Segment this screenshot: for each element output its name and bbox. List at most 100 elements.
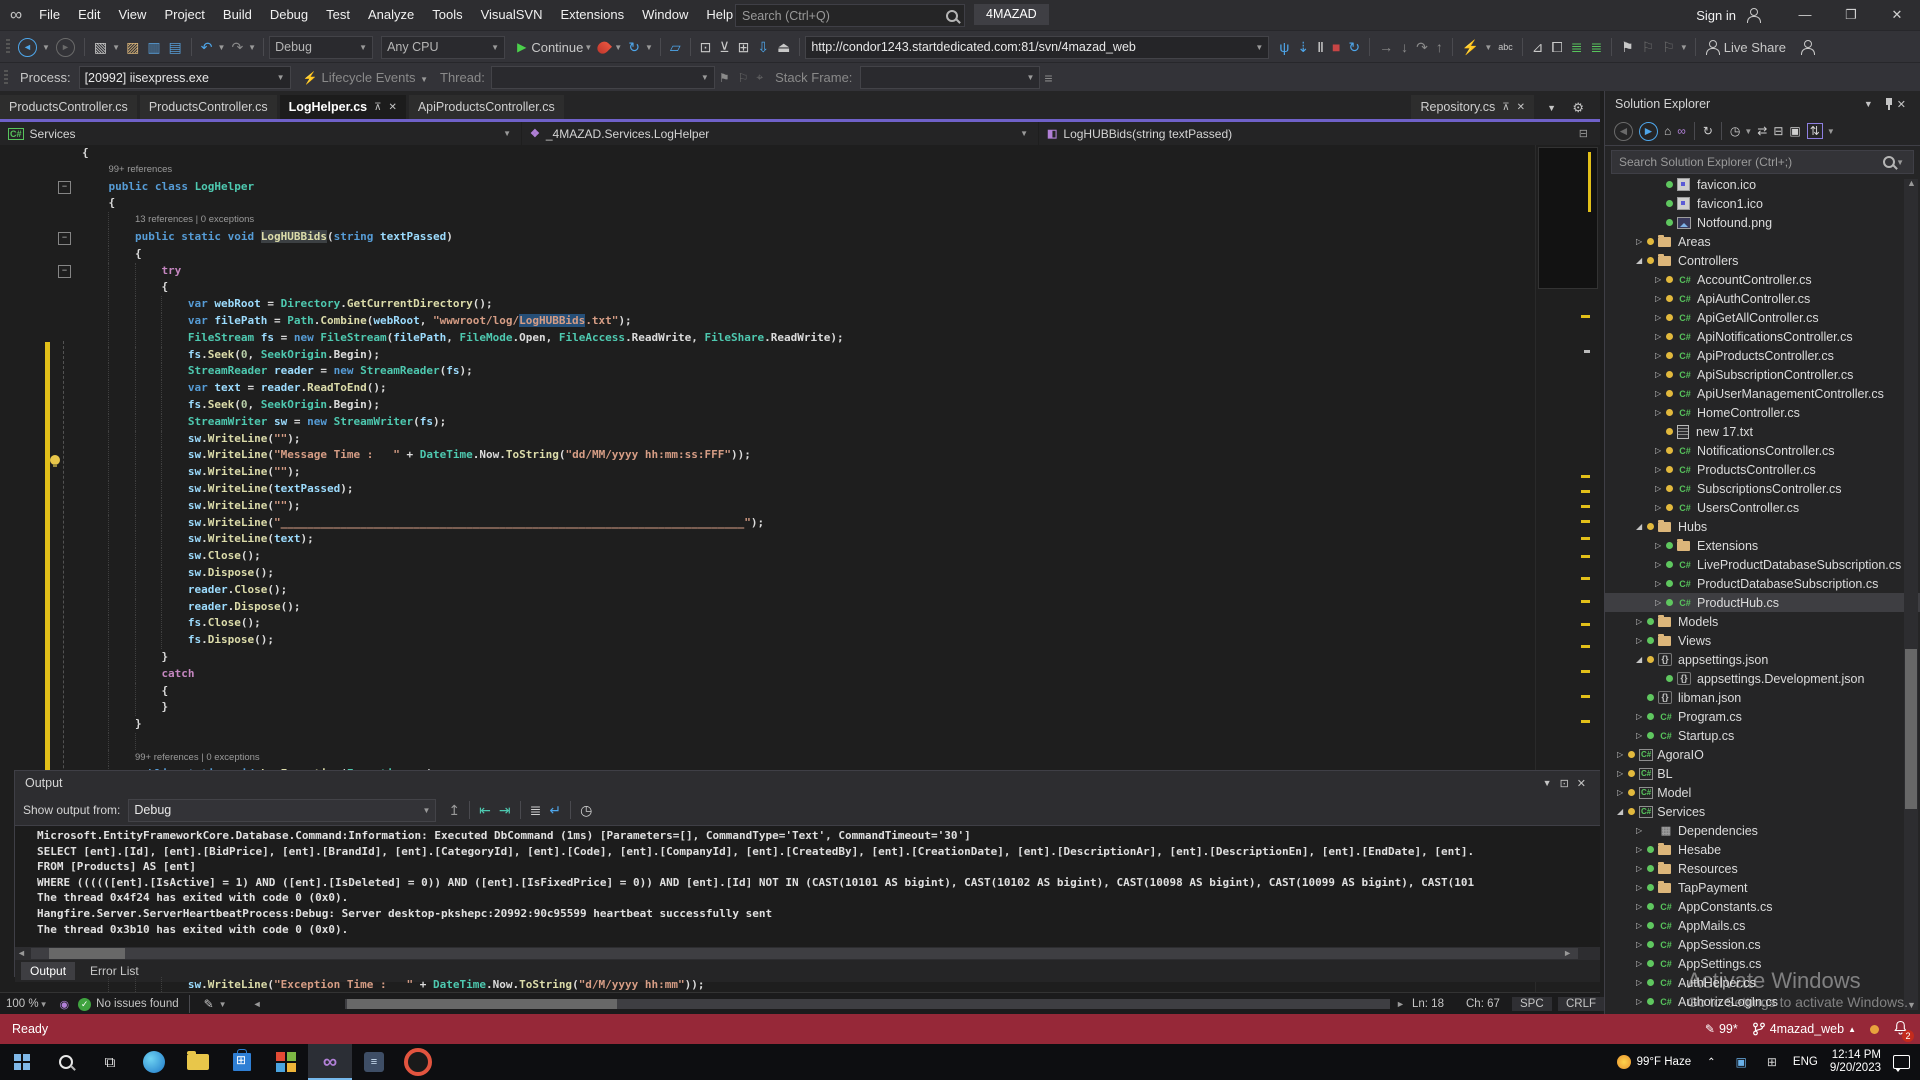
tree-item-Model[interactable]: ▷C#Model [1605,783,1920,802]
task-view-icon[interactable]: ⧉ [88,1044,132,1080]
scroll-down-icon[interactable]: ▼ [1907,999,1916,1012]
save-all-icon[interactable]: ▤ [169,39,182,56]
expand-icon[interactable]: ▷ [1636,237,1646,246]
tree-item-AgoraIO[interactable]: ▷C#AgoraIO [1605,745,1920,764]
cursor-select-icon[interactable]: ⊿ [1532,39,1544,56]
visual-studio-icon[interactable]: ∞ [308,1044,352,1080]
tree-item-new 17.txt[interactable]: new 17.txt [1605,422,1920,441]
collapse-icon[interactable]: ◢ [1636,522,1646,531]
breadcrumb-type-dropdown[interactable]: ❖ _4MAZAD.Services.LogHelper▼ [522,122,1039,145]
tab-ProductsController.cs[interactable]: ProductsController.cs [0,95,137,119]
target-browser-icon[interactable]: ⊞ [738,39,750,56]
expand-icon[interactable]: ▷ [1655,370,1665,379]
search-input[interactable]: Search (Ctrl+Q) [735,4,965,27]
file-explorer-icon[interactable] [176,1044,220,1080]
tree-item-AppMails.cs[interactable]: ▷C#AppMails.cs [1605,916,1920,935]
tree-item-Startup.cs[interactable]: ▷C#Startup.cs [1605,726,1920,745]
expand-icon[interactable]: ▷ [1636,636,1646,645]
tree-item-AuthHelper.cs[interactable]: ▷C#AuthHelper.cs [1605,973,1920,992]
solution-explorer-title-bar[interactable]: Solution Explorer ▼ ✕ [1605,91,1920,117]
step-out-icon[interactable]: ↷ [1416,39,1428,56]
continue-button[interactable]: ▶ Continue ▼ [517,40,594,55]
output-log[interactable]: Microsoft.EntityFrameworkCore.Database.C… [15,826,1600,947]
zoom-dropdown[interactable]: 100 %▼ [0,998,56,1010]
tree-item-TapPayment[interactable]: ▷TapPayment [1605,878,1920,897]
menu-debug[interactable]: Debug [261,0,317,30]
restart-icon[interactable]: ↻ [1348,39,1360,56]
opera-icon[interactable] [396,1044,440,1080]
tree-item-ApiGetAllController.cs[interactable]: ▷C#ApiGetAllController.cs [1605,308,1920,327]
maximize-panel-icon[interactable]: ⊡ [1560,777,1569,790]
tree-item-Hesabe[interactable]: ▷Hesabe [1605,840,1920,859]
output-source-dropdown[interactable]: Debug▼ [128,799,436,822]
tree-item-AppSession.cs[interactable]: ▷C#AppSession.cs [1605,935,1920,954]
expand-icon[interactable]: ▷ [1655,446,1665,455]
expand-icon[interactable]: ▷ [1655,484,1665,493]
menu-visualsvn[interactable]: VisualSVN [472,0,552,30]
expand-icon[interactable]: ▷ [1617,788,1627,797]
scroll-left-icon[interactable]: ◄ [17,947,26,960]
window-layout-icon[interactable]: ⊡ [700,39,712,56]
stack-frame-dropdown[interactable]: ▼ [860,66,1040,89]
rename-abc-icon[interactable]: abc [1498,42,1513,52]
process-dropdown[interactable]: [20992] iisexpress.exe▼ [79,66,291,89]
tab-Repository.cs[interactable]: Repository.cs⊼✕ [1411,95,1534,119]
bookmark-next-icon[interactable]: ⚐ [1662,39,1675,56]
tree-item-Controllers[interactable]: ◢Controllers [1605,251,1920,270]
panel-menu-icon[interactable]: ▼ [1864,99,1873,109]
weather-widget[interactable]: 99°F Haze [1617,1055,1691,1069]
output-jump-icon[interactable]: ↥ [448,802,460,819]
flag-outline-icon[interactable]: ⚐ [738,71,749,85]
tree-item-ApiNotificationsController.cs[interactable]: ▷C#ApiNotificationsController.cs [1605,327,1920,346]
tree-item-Resources[interactable]: ▷Resources [1605,859,1920,878]
output-hscrollbar[interactable]: ◄ ► [15,947,1600,960]
tree-item-appsettings.Development.json[interactable]: {}appsettings.Development.json [1605,669,1920,688]
expand-icon[interactable]: ▷ [1655,465,1665,474]
close-tab-icon[interactable]: ✕ [388,102,396,113]
expand-icon[interactable]: ▷ [1655,579,1665,588]
menu-extensions[interactable]: Extensions [552,0,634,30]
se-home-icon[interactable]: ⌂ [1664,124,1671,138]
close-tab-icon[interactable]: ✕ [1517,102,1525,113]
step-up-icon[interactable]: ↑ [1436,39,1443,55]
store-icon[interactable] [220,1044,264,1080]
health-indicator-icon[interactable]: ◉ [60,998,70,1011]
bookmark-prev-icon[interactable]: ⚐ [1642,39,1655,56]
hscroll-left-icon[interactable]: ◄ [253,999,262,1009]
tree-item-Dependencies[interactable]: ▷▦Dependencies [1605,821,1920,840]
expand-icon[interactable]: ▷ [1636,997,1646,1006]
menu-analyze[interactable]: Analyze [359,0,423,30]
menu-tools[interactable]: Tools [423,0,471,30]
se-sync-active-icon[interactable]: ⇅ [1807,123,1823,139]
next-message-icon[interactable]: ⇥ [499,802,511,819]
codelens-references[interactable]: 99+ references | 0 exceptions [135,752,260,763]
pull-down-icon[interactable]: ⇣ [1297,39,1309,56]
redo-icon[interactable]: ↷ [231,39,243,56]
tab-ProductsController.cs[interactable]: ProductsController.cs [140,95,277,119]
menu-project[interactable]: Project [155,0,213,30]
tree-item-Hubs[interactable]: ◢Hubs [1605,517,1920,536]
debugbar-overflow-icon[interactable]: ≡ [1044,70,1052,86]
close-panel-icon[interactable]: ✕ [1577,777,1586,790]
expand-icon[interactable]: ▷ [1655,408,1665,417]
expand-icon[interactable]: ▷ [1636,940,1646,949]
tree-item-Notfound.png[interactable]: Notfound.png [1605,213,1920,232]
pin-tab-icon[interactable]: ⊼ [1502,102,1509,113]
pause-icon[interactable]: Ⅱ [1317,39,1324,56]
expand-icon[interactable]: ▷ [1636,883,1646,892]
menu-edit[interactable]: Edit [69,0,109,30]
prev-message-icon[interactable]: ⇤ [479,802,491,819]
notifications-bell[interactable]: 2 [1893,1020,1908,1038]
start-button[interactable] [0,1044,44,1080]
tree-item-appsettings.json[interactable]: ◢{}appsettings.json [1605,650,1920,669]
expand-icon[interactable]: ▷ [1636,617,1646,626]
sign-in-person-icon[interactable] [1746,8,1760,22]
taskbar-search-icon[interactable] [44,1044,88,1080]
tree-item-ApiProductsController.cs[interactable]: ▷C#ApiProductsController.cs [1605,346,1920,365]
se-forward-icon[interactable]: ► [1639,122,1658,141]
tree-item-HomeController.cs[interactable]: ▷C#HomeController.cs [1605,403,1920,422]
expand-icon[interactable]: ▷ [1617,769,1627,778]
expand-icon[interactable]: ▷ [1636,731,1646,740]
tree-item-favicon.ico[interactable]: favicon.ico [1605,175,1920,194]
deploy-down-icon[interactable]: ⇩ [757,39,769,56]
